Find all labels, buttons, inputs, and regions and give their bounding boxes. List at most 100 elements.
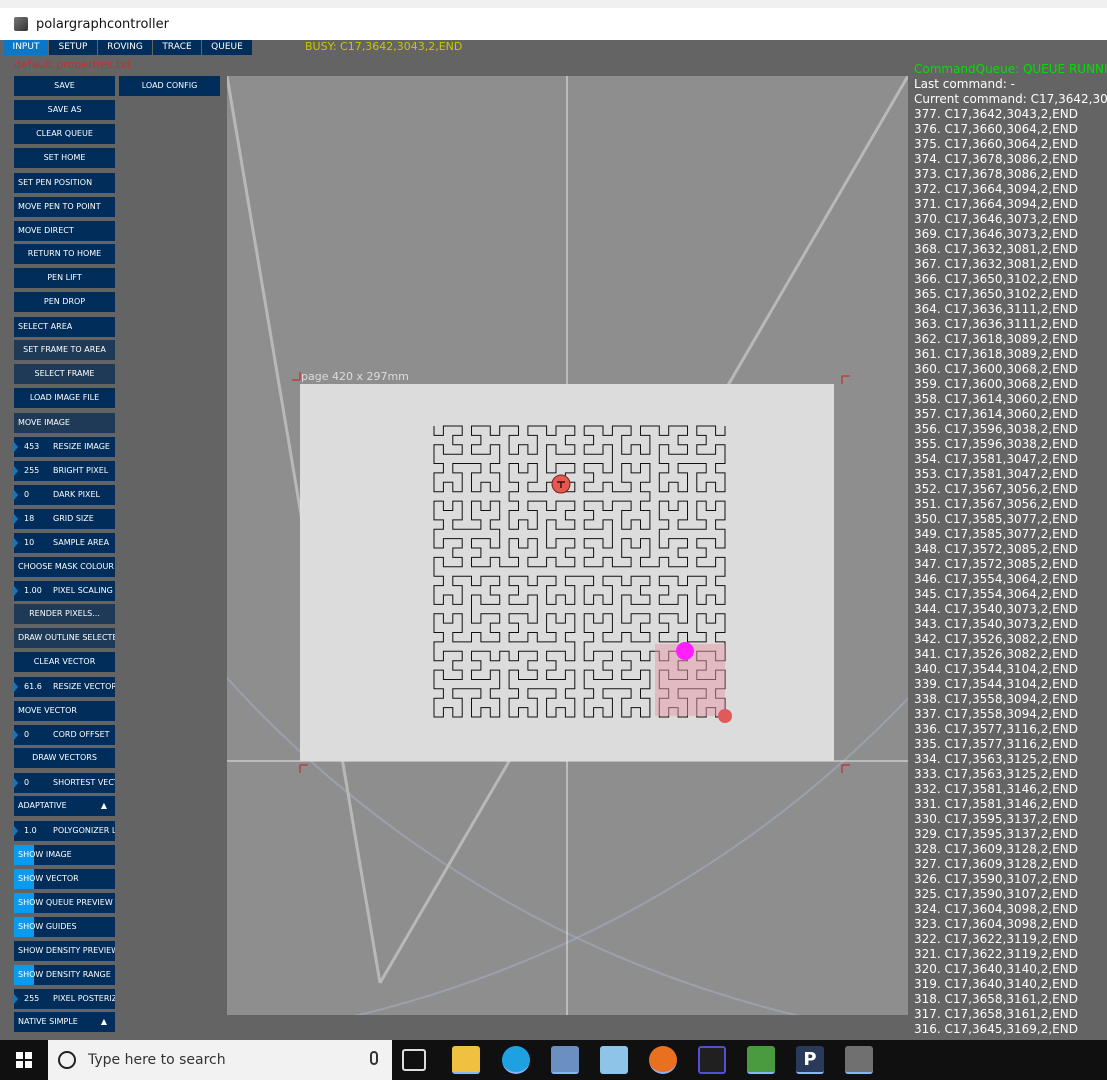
adaptative-dropdown[interactable]: ADAPTATIVE ▲: [14, 796, 115, 816]
tab-input[interactable]: INPUT: [4, 40, 48, 55]
queue-item: 371. C17,3664,3094,2,END: [914, 197, 1078, 211]
draw-outline-selected-button[interactable]: DRAW OUTLINE SELECTED: [14, 628, 115, 648]
queue-item: 332. C17,3581,3146,2,END: [914, 782, 1078, 796]
choose-mask-colour-button[interactable]: CHOOSE MASK COLOUR: [14, 557, 115, 577]
dark-pixel-control[interactable]: 0 DARK PIXEL: [14, 485, 115, 505]
show-vector-label: SHOW VECTOR: [18, 874, 79, 883]
set-pen-position-button[interactable]: SET PEN POSITION: [14, 173, 115, 193]
queue-item: 358. C17,3614,3060,2,END: [914, 392, 1078, 406]
queue-item: 367. C17,3632,3081,2,END: [914, 257, 1078, 271]
cord-offset-control[interactable]: 0 CORD OFFSET: [14, 725, 115, 745]
show-density-preview-toggle[interactable]: SHOW DENSITY PREVIEW: [14, 941, 115, 961]
tab-setup[interactable]: SETUP: [49, 40, 97, 55]
queue-item: 328. C17,3609,3128,2,END: [914, 842, 1078, 856]
target-point-marker[interactable]: [718, 709, 732, 723]
show-density-preview-label: SHOW DENSITY PREVIEW: [18, 946, 115, 955]
resize-image-value: 453: [24, 442, 40, 451]
queue-item: 343. C17,3540,3073,2,END: [914, 617, 1078, 631]
save-as-button[interactable]: SAVE AS: [14, 100, 115, 120]
pen-drop-button[interactable]: PEN DROP: [14, 292, 115, 312]
set-frame-to-area-button[interactable]: SET FRAME TO AREA: [14, 340, 115, 360]
show-guides-label: SHOW GUIDES: [18, 922, 77, 931]
polygonizer-length-control[interactable]: 1.0 POLYGONIZER LENGTH: [14, 821, 115, 841]
select-frame-button[interactable]: SELECT FRAME: [14, 364, 115, 384]
pixel-scaling-control[interactable]: 1.00 PIXEL SCALING: [14, 581, 115, 601]
tab-roving[interactable]: ROVING: [98, 40, 152, 55]
draw-vectors-button[interactable]: DRAW VECTORS: [14, 748, 115, 768]
taskbar-search-box[interactable]: Type here to search: [48, 1040, 392, 1080]
shortest-vector-control[interactable]: 0 SHORTEST VECTOR: [14, 773, 115, 793]
skype-icon[interactable]: [502, 1046, 530, 1074]
queue-item: 325. C17,3590,3107,2,END: [914, 887, 1078, 901]
dark-pixel-value: 0: [24, 490, 30, 499]
drawing-canvas[interactable]: [227, 76, 908, 1015]
grid-size-value: 18: [24, 514, 35, 523]
queue-item: 366. C17,3650,3102,2,END: [914, 272, 1078, 286]
dark-pixel-label: DARK PIXEL: [53, 490, 101, 499]
load-image-file-button[interactable]: LOAD IMAGE FILE: [14, 388, 115, 408]
queue-item: 338. C17,3558,3094,2,END: [914, 692, 1078, 706]
native-simple-dropdown-label: NATIVE SIMPLE: [18, 1017, 78, 1026]
resize-vector-label: RESIZE VECTOR: [53, 682, 115, 691]
pen-position-marker[interactable]: [676, 642, 694, 660]
pen-lift-button[interactable]: PEN LIFT: [14, 268, 115, 288]
queue-item: 360. C17,3600,3068,2,END: [914, 362, 1078, 376]
virtualbox-icon[interactable]: [551, 1046, 579, 1074]
save-button[interactable]: SAVE: [14, 76, 115, 96]
task-view-icon[interactable]: [402, 1049, 426, 1071]
return-to-home-button[interactable]: RETURN TO HOME: [14, 244, 115, 264]
grid-size-control[interactable]: 18 GRID SIZE: [14, 509, 115, 529]
queue-item: 318. C17,3658,3161,2,END: [914, 992, 1078, 1006]
queue-header[interactable]: CommandQueue: QUEUE RUNNING: [914, 62, 1107, 77]
notepad-icon[interactable]: [600, 1046, 628, 1074]
move-image-button[interactable]: MOVE IMAGE: [14, 413, 115, 433]
polargraph-icon[interactable]: [845, 1046, 873, 1074]
sample-area-control[interactable]: 10 SAMPLE AREA: [14, 533, 115, 553]
queue-item: 342. C17,3526,3082,2,END: [914, 632, 1078, 646]
native-simple-dropdown[interactable]: NATIVE SIMPLE ▲: [14, 1012, 115, 1032]
clear-queue-button[interactable]: CLEAR QUEUE: [14, 124, 115, 144]
clear-vector-button[interactable]: CLEAR VECTOR: [14, 652, 115, 672]
set-home-button[interactable]: SET HOME: [14, 148, 115, 168]
firefox-icon[interactable]: [649, 1046, 677, 1074]
queue-item: 345. C17,3554,3064,2,END: [914, 587, 1078, 601]
show-queue-preview-toggle[interactable]: SHOW QUEUE PREVIEW: [14, 893, 115, 913]
tab-queue[interactable]: QUEUE: [202, 40, 252, 55]
show-guides-toggle[interactable]: SHOW GUIDES: [14, 917, 115, 937]
show-image-label: SHOW IMAGE: [18, 850, 72, 859]
queue-item: 331. C17,3581,3146,2,END: [914, 797, 1078, 811]
queue-item: 369. C17,3646,3073,2,END: [914, 227, 1078, 241]
bright-pixel-control[interactable]: 255 BRIGHT PIXEL: [14, 461, 115, 481]
load-config-button[interactable]: LOAD CONFIG: [119, 76, 220, 96]
processing-p-icon[interactable]: P: [796, 1046, 824, 1074]
file-explorer-icon[interactable]: [452, 1046, 480, 1074]
queue-item: 339. C17,3544,3104,2,END: [914, 677, 1078, 691]
render-pixels-button[interactable]: RENDER PIXELS...: [14, 604, 115, 624]
move-vector-button[interactable]: MOVE VECTOR: [14, 701, 115, 721]
minecraft-icon[interactable]: [747, 1046, 775, 1074]
microphone-icon[interactable]: [370, 1051, 378, 1065]
select-area-button[interactable]: SELECT AREA: [14, 317, 115, 337]
queue-item: 377. C17,3642,3043,2,END: [914, 107, 1078, 121]
queue-item: 370. C17,3646,3073,2,END: [914, 212, 1078, 226]
start-button[interactable]: [0, 1040, 48, 1080]
show-density-range-toggle[interactable]: SHOW DENSITY RANGE: [14, 965, 115, 985]
show-vector-toggle[interactable]: SHOW VECTOR: [14, 869, 115, 889]
tab-trace[interactable]: TRACE: [153, 40, 201, 55]
queue-item: 335. C17,3577,3116,2,END: [914, 737, 1078, 751]
move-pen-to-point-button[interactable]: MOVE PEN TO POINT: [14, 197, 115, 217]
cord-offset-label: CORD OFFSET: [53, 730, 110, 739]
page-area[interactable]: [300, 384, 834, 761]
queue-item: 317. C17,3658,3161,2,END: [914, 1007, 1078, 1021]
window-titlebar: polargraphcontroller: [0, 0, 1107, 40]
command-queue-panel[interactable]: CommandQueue: QUEUE RUNNING Last command…: [914, 62, 1107, 1037]
resize-image-control[interactable]: 453 RESIZE IMAGE: [14, 437, 115, 457]
inkscape-icon[interactable]: [698, 1046, 726, 1074]
show-image-toggle[interactable]: SHOW IMAGE: [14, 845, 115, 865]
polygonizer-length-value: 1.0: [24, 826, 37, 835]
pixel-posterize-control[interactable]: 255 PIXEL POSTERIZE: [14, 989, 115, 1009]
resize-vector-control[interactable]: 61.6 RESIZE VECTOR: [14, 677, 115, 697]
queue-item: 336. C17,3577,3116,2,END: [914, 722, 1078, 736]
queue-item: 322. C17,3622,3119,2,END: [914, 932, 1078, 946]
move-direct-button[interactable]: MOVE DIRECT: [14, 221, 115, 241]
